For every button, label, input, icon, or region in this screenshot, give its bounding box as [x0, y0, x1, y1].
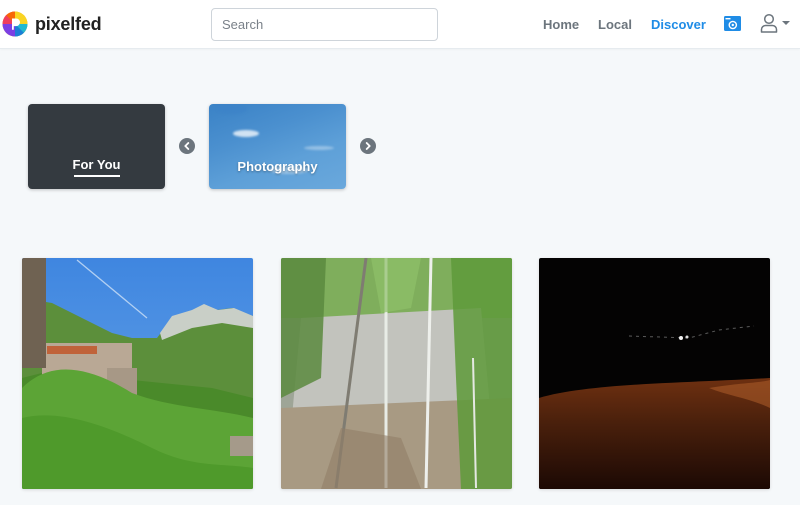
- search-input[interactable]: [211, 8, 438, 41]
- cloud-shape: [217, 104, 247, 114]
- post-image: [539, 258, 770, 489]
- nav-local-link[interactable]: Local: [598, 17, 632, 32]
- post-image: [281, 258, 512, 489]
- top-navbar: pixelfed Home Local Discover: [0, 0, 800, 49]
- user-icon: [760, 13, 778, 33]
- caret-down-icon: [782, 21, 790, 25]
- post-tile[interactable]: [539, 258, 770, 489]
- category-card-photography[interactable]: Photography: [209, 104, 346, 189]
- brand-link[interactable]: pixelfed: [2, 11, 102, 37]
- category-label: For You: [72, 157, 121, 172]
- chevron-right-icon: [365, 142, 371, 150]
- category-label: Photography: [237, 159, 318, 174]
- post-tile[interactable]: [281, 258, 512, 489]
- chevron-left-icon: [184, 142, 190, 150]
- category-card-for-you[interactable]: For You: [28, 104, 165, 189]
- cloud-shape: [233, 130, 259, 137]
- pixelfed-logo-icon: [2, 11, 28, 37]
- carousel-prev-button[interactable]: [179, 138, 195, 154]
- nav-home-link[interactable]: Home: [543, 17, 579, 32]
- camera-icon[interactable]: [724, 16, 741, 31]
- selected-underline: [74, 175, 120, 177]
- user-menu-toggle[interactable]: [760, 13, 790, 33]
- nav-discover-link[interactable]: Discover: [651, 17, 706, 32]
- post-image: [22, 258, 253, 489]
- brand-name: pixelfed: [35, 13, 102, 34]
- post-tile[interactable]: [22, 258, 253, 489]
- cloud-shape: [304, 146, 334, 150]
- carousel-next-button[interactable]: [360, 138, 376, 154]
